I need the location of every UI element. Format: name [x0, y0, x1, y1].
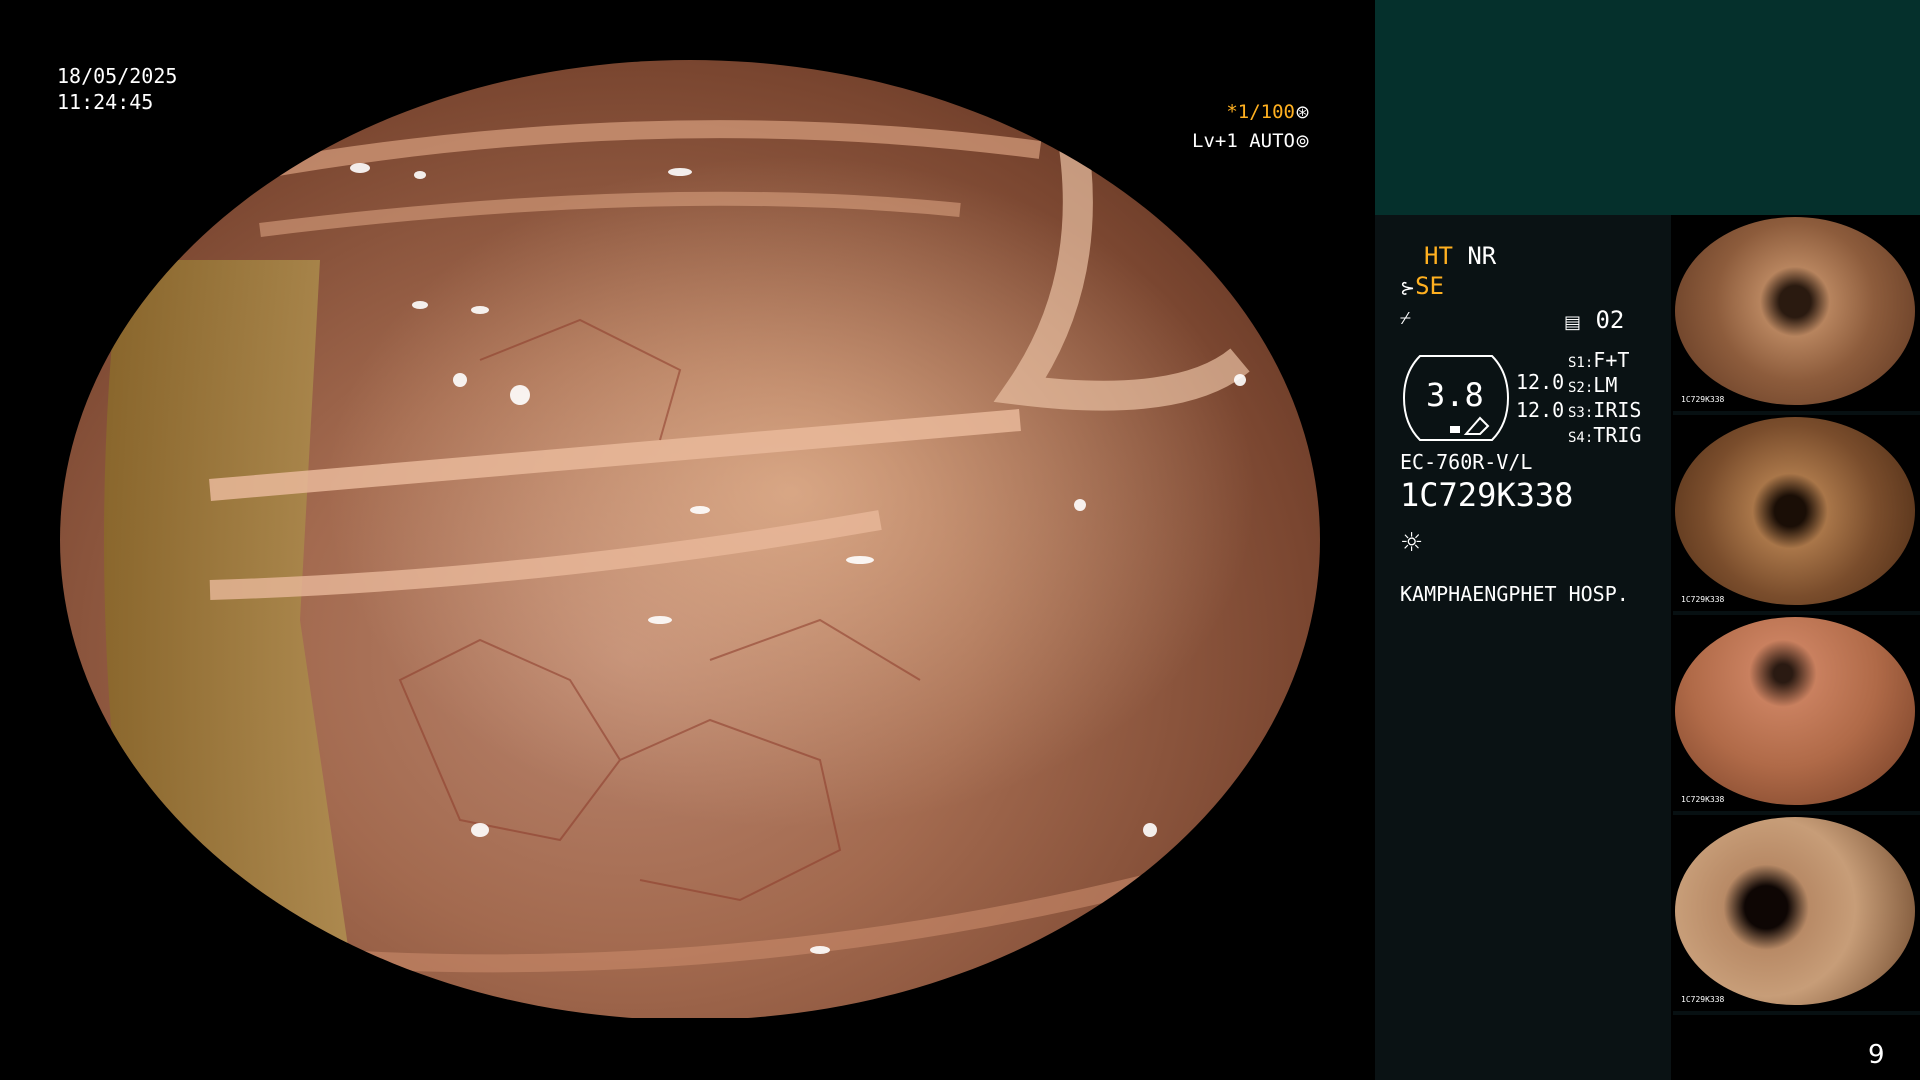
switch-key-4: S4: — [1568, 430, 1594, 446]
preset-number: 02 — [1595, 306, 1625, 334]
level-label: Lv+1 AUTO — [1192, 130, 1295, 152]
page-number: 9 — [1868, 1040, 1885, 1070]
thumbnail-serial: 1C729K338 — [1681, 995, 1725, 1004]
switch-key-3: S3: — [1568, 405, 1594, 421]
info-panel — [1375, 215, 1671, 1080]
gauge-value: 3.8 — [1426, 376, 1484, 414]
switch-value-4: TRIG — [1593, 423, 1642, 447]
gauge: 3.8 — [1400, 352, 1510, 444]
mode-se: SE — [1415, 272, 1444, 300]
side-header-panel — [1375, 0, 1920, 215]
bottom-mask — [0, 1018, 1380, 1080]
endoscope-view — [60, 60, 1320, 1020]
thumbnail-serial: 1C729K338 — [1681, 595, 1725, 604]
aperture-icon: ⊛ — [1294, 102, 1311, 123]
shutter-label: *1/100 — [1226, 101, 1295, 123]
scope-model: EC-760R-V/L — [1400, 450, 1533, 474]
thumbnail-serial: 1C729K338 — [1681, 795, 1725, 804]
mode-nr: NR — [1467, 242, 1497, 270]
switch-key-2: S2: — [1568, 380, 1594, 396]
memory-icon: ▤ — [1564, 312, 1582, 333]
enhance-icon: ⌿ — [1400, 308, 1411, 329]
thumbnail-2[interactable]: 1C729K338 — [1673, 415, 1920, 611]
hospital-name: KAMPHAENGPHET HOSP. — [1400, 582, 1629, 606]
thumbnail-1[interactable]: 1C729K338 — [1673, 215, 1920, 411]
switch-value-2: LM — [1593, 373, 1618, 397]
mucosa-illustration — [104, 75, 1250, 973]
switch-value-3: IRIS — [1593, 398, 1642, 422]
scope-icon: ⊱ — [1400, 278, 1416, 299]
exposure-overlay: *1/100⊛ Lv+1 AUTO⊚ — [1192, 98, 1310, 156]
datetime-overlay: 18/05/2025 11:24:45 — [57, 63, 177, 115]
switch-key-1: S1: — [1568, 355, 1594, 371]
readout-2: 12.0 — [1516, 398, 1565, 422]
switch-value-1: F+T — [1593, 348, 1630, 372]
mode-ht: HT — [1424, 242, 1453, 270]
scope-serial: 1C729K338 — [1400, 476, 1574, 514]
sun-icon: ☼ — [1400, 528, 1424, 558]
thumbnail-4[interactable]: 1C729K338 — [1673, 815, 1920, 1011]
thumbnail-strip: 1C729K338 1C729K338 1C729K338 1C729K338 — [1673, 215, 1920, 1015]
top-mask — [0, 0, 1380, 60]
thumbnail-serial: 1C729K338 — [1681, 395, 1725, 404]
date-label: 18/05/2025 — [57, 64, 178, 88]
readout-1: 12.0 — [1516, 370, 1565, 394]
iris-icon: ⊚ — [1294, 131, 1311, 152]
thumbnail-3[interactable]: 1C729K338 — [1673, 615, 1920, 811]
time-label: 11:24:45 — [57, 90, 154, 114]
